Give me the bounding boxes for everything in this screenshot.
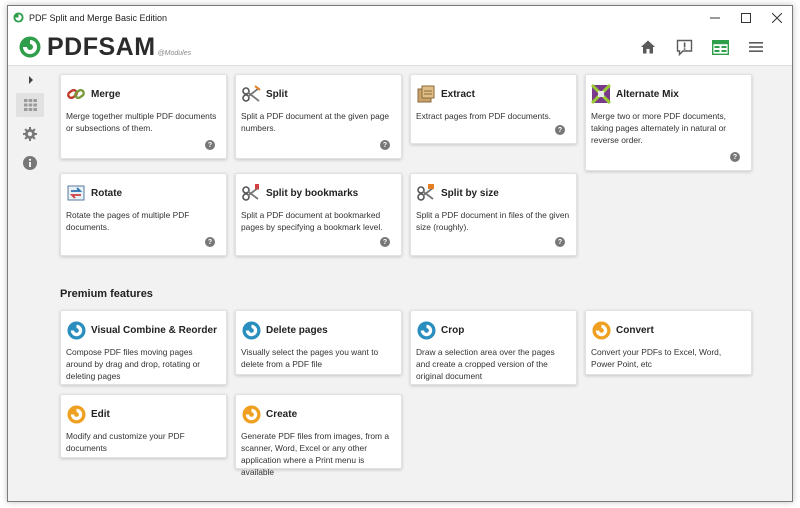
premium-card-convert[interactable]: Convert Convert your PDFs to Excel, Word… (585, 310, 752, 375)
merge-icon (66, 84, 86, 104)
module-description: Split a PDF document at bookmarked pages… (241, 210, 383, 232)
help-icon[interactable]: ? (555, 237, 565, 247)
premium-card-visual-combine[interactable]: Visual Combine & Reorder Compose PDF fil… (60, 310, 227, 385)
module-title: Alternate Mix (616, 88, 679, 100)
premium-card-crop[interactable]: Crop Draw a selection area over the page… (410, 310, 577, 385)
split-bookmarks-icon (241, 183, 261, 203)
module-card-split[interactable]: Split Split a PDF document at the given … (235, 74, 402, 159)
alternate-mix-icon (591, 84, 611, 104)
module-card-extract[interactable]: Extract Extract pages from PDF documents… (410, 74, 577, 144)
modules-dashboard: Merge Merge together multiple PDF docume… (58, 67, 792, 501)
rotate-icon (66, 183, 86, 203)
module-title: Split (266, 88, 288, 100)
module-title: Crop (441, 324, 465, 336)
modules-button[interactable] (709, 36, 731, 58)
help-icon[interactable]: ? (205, 237, 215, 247)
home-button[interactable] (637, 36, 659, 58)
module-card-split-by-bookmarks[interactable]: Split by bookmarks Split a PDF document … (235, 173, 402, 256)
module-description: Modify and customize your PDF documents (66, 431, 185, 453)
premium-card-edit[interactable]: Edit Modify and customize your PDF docum… (60, 394, 227, 458)
modules-icon (23, 99, 37, 111)
close-button[interactable] (761, 6, 792, 29)
pdfsam-blue-icon (66, 320, 86, 340)
app-header: PDFSAM @Modules (8, 29, 792, 66)
modules-icon (711, 39, 729, 55)
module-card-merge[interactable]: Merge Merge together multiple PDF docume… (60, 74, 227, 159)
news-button[interactable] (673, 36, 695, 58)
module-card-rotate[interactable]: Rotate Rotate the pages of multiple PDF … (60, 173, 227, 256)
news-icon (676, 39, 692, 56)
help-icon[interactable]: ? (555, 125, 565, 135)
module-description: Merge two or more PDF documents, taking … (591, 111, 727, 145)
module-description: Visually select the pages you want to de… (241, 347, 379, 369)
extract-icon (416, 84, 436, 104)
pdfsam-logo-icon (19, 36, 41, 58)
menu-button[interactable] (745, 36, 767, 58)
help-icon[interactable]: ? (205, 140, 215, 150)
menu-icon (749, 42, 763, 52)
module-title: Extract (441, 88, 475, 100)
split-icon (241, 84, 261, 104)
help-icon[interactable]: ? (380, 140, 390, 150)
module-title: Create (266, 408, 298, 420)
pdfsam-blue-icon (241, 320, 261, 340)
module-title: Delete pages (266, 324, 328, 336)
about-icon (23, 156, 37, 170)
sidebar-item-modules[interactable] (16, 93, 44, 117)
minimize-button[interactable] (699, 6, 730, 29)
pdfsam-orange-icon (591, 320, 611, 340)
module-description: Rotate the pages of multiple PDF documen… (66, 210, 190, 232)
title-bar: PDF Split and Merge Basic Edition (8, 6, 792, 29)
module-description: Extract pages from PDF documents. (416, 111, 551, 121)
settings-icon (23, 127, 37, 141)
module-title: Merge (91, 88, 121, 100)
module-title: Split by bookmarks (266, 187, 359, 199)
pdfsam-orange-icon (241, 404, 261, 424)
module-title: Split by size (441, 187, 499, 199)
module-title: Rotate (91, 187, 123, 199)
sidebar (8, 67, 46, 501)
sidebar-expand-button[interactable] (26, 73, 36, 87)
logo-text: PDFSAM (47, 32, 156, 61)
module-description: Convert your PDFs to Excel, Word, Power … (591, 347, 722, 369)
split-size-icon (416, 183, 436, 203)
minimize-icon (709, 17, 720, 18)
help-icon[interactable]: ? (380, 237, 390, 247)
premium-section-title: Premium features (60, 288, 153, 300)
maximize-button[interactable] (730, 6, 761, 29)
module-description: Split a PDF document at the given page n… (241, 111, 390, 133)
app-window: PDF Split and Merge Basic Edition PDFSAM… (7, 5, 793, 502)
maximize-icon (740, 12, 751, 23)
close-icon (771, 12, 782, 23)
app-icon (13, 12, 24, 23)
module-title: Visual Combine & Reorder (91, 324, 217, 336)
pdfsam-orange-icon (66, 404, 86, 424)
expand-icon (29, 76, 33, 84)
sidebar-item-settings[interactable] (16, 122, 44, 146)
module-title: Edit (91, 408, 110, 420)
module-card-split-by-size[interactable]: Split by size Split a PDF document in fi… (410, 173, 577, 256)
module-title: Convert (616, 324, 654, 336)
premium-card-create[interactable]: Create Generate PDF files from images, f… (235, 394, 402, 477)
help-icon[interactable]: ? (730, 152, 740, 162)
module-card-alternate-mix[interactable]: Alternate Mix Merge two or more PDF docu… (585, 74, 752, 171)
sidebar-item-about[interactable] (16, 151, 44, 175)
logo-subtitle: @Modules (157, 49, 192, 57)
module-description: Merge together multiple PDF documents or… (66, 111, 217, 133)
module-description: Generate PDF files from images, from a s… (241, 431, 390, 477)
module-description: Split a PDF document in files of the giv… (416, 210, 570, 232)
module-description: Compose PDF files moving pages around by… (66, 347, 201, 381)
pdfsam-blue-icon (416, 320, 436, 340)
home-icon (641, 40, 655, 54)
premium-card-delete-pages[interactable]: Delete pages Visually select the pages y… (235, 310, 402, 375)
window-title: PDF Split and Merge Basic Edition (29, 12, 168, 23)
module-description: Draw a selection area over the pages and… (416, 347, 555, 381)
